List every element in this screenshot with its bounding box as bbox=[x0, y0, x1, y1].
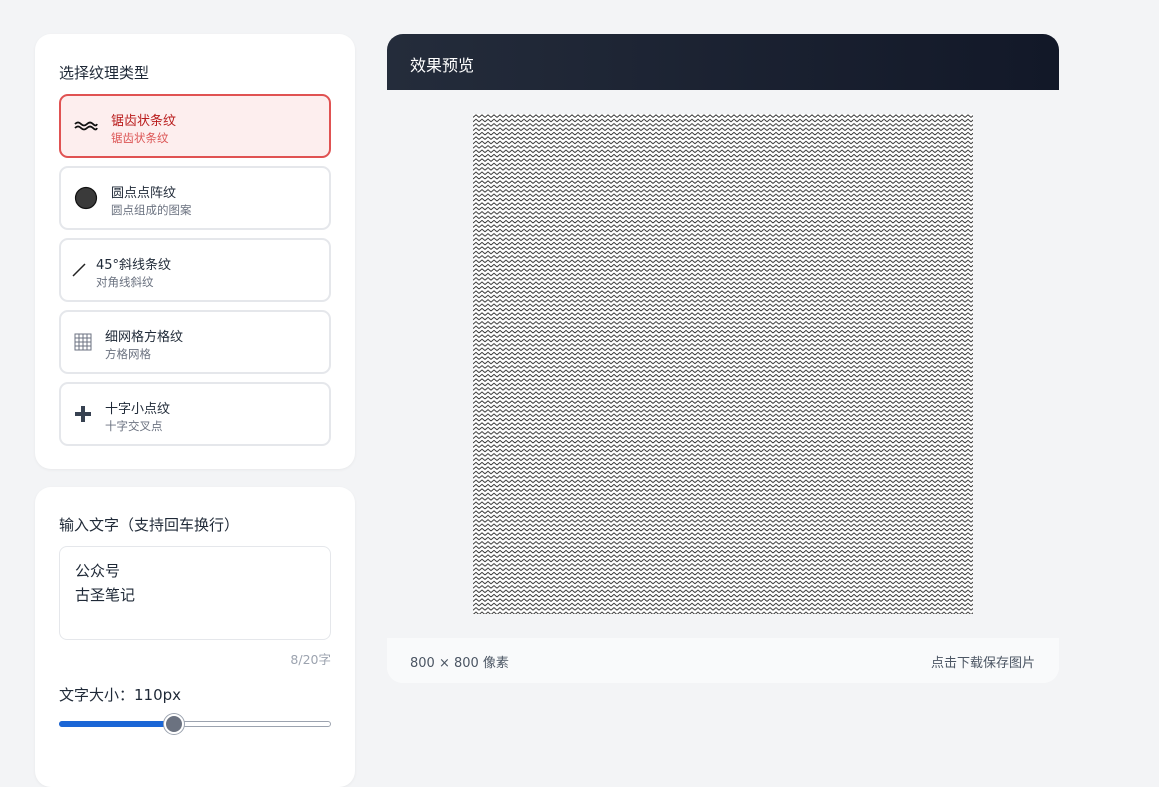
char-counter: 8/20字 bbox=[290, 652, 331, 667]
diagonal-line-icon bbox=[72, 263, 86, 277]
preview-image[interactable] bbox=[473, 114, 973, 614]
text-input[interactable] bbox=[59, 546, 331, 640]
zigzag-icon bbox=[74, 120, 98, 132]
preview-footer: 800 × 800 像素 点击下载保存图片 bbox=[387, 638, 1059, 683]
texture-option-desc: 锯齿状条纹 bbox=[111, 131, 169, 145]
download-button[interactable]: 点击下载保存图片 bbox=[931, 652, 1035, 671]
texture-option-label: 十字小点纹 bbox=[105, 402, 171, 417]
texture-option-dots[interactable]: 圆点点阵纹 圆点组成的图案 bbox=[59, 166, 331, 230]
texture-option-desc: 十字交叉点 bbox=[105, 419, 163, 433]
preview-stage bbox=[387, 90, 1059, 638]
text-input-panel: 输入文字（支持回车换行） 8/20字 文字大小：110px bbox=[35, 487, 355, 787]
slider-thumb[interactable] bbox=[164, 714, 185, 734]
preview-panel: 效果预览 800 × 800 像素 点击下载保存图片 bbox=[387, 34, 1059, 683]
texture-option-label: 圆点点阵纹 bbox=[111, 186, 177, 201]
grid-icon bbox=[74, 333, 92, 351]
texture-option-cross[interactable]: 十字小点纹 十字交叉点 bbox=[59, 382, 331, 446]
cross-icon bbox=[74, 405, 92, 423]
preview-header: 效果预览 bbox=[387, 34, 1059, 90]
text-panel-title: 输入文字（支持回车换行） bbox=[59, 516, 240, 534]
slider-fill bbox=[59, 721, 174, 727]
font-size-slider[interactable] bbox=[59, 714, 331, 734]
texture-option-desc: 对角线斜纹 bbox=[96, 275, 154, 289]
texture-option-desc: 方格网格 bbox=[105, 347, 151, 361]
texture-option-label: 45°斜线条纹 bbox=[96, 258, 172, 273]
texture-option-zigzag[interactable]: 锯齿状条纹 锯齿状条纹 bbox=[59, 94, 331, 158]
texture-option-label: 锯齿状条纹 bbox=[111, 114, 177, 129]
dot-icon bbox=[74, 186, 98, 210]
texture-option-diagonal[interactable]: 45°斜线条纹 对角线斜纹 bbox=[59, 238, 331, 302]
texture-panel-title: 选择纹理类型 bbox=[59, 64, 150, 82]
texture-type-panel: 选择纹理类型 锯齿状条纹 锯齿状条纹 圆点点阵纹 圆点组成的图案 45°斜线条纹… bbox=[35, 34, 355, 469]
texture-option-label: 细网格方格纹 bbox=[105, 330, 184, 345]
texture-option-desc: 圆点组成的图案 bbox=[111, 203, 192, 217]
preview-title: 效果预览 bbox=[410, 56, 475, 75]
image-dimensions: 800 × 800 像素 bbox=[410, 656, 509, 671]
font-size-label: 文字大小：110px bbox=[59, 686, 182, 704]
texture-option-grid[interactable]: 细网格方格纹 方格网格 bbox=[59, 310, 331, 374]
